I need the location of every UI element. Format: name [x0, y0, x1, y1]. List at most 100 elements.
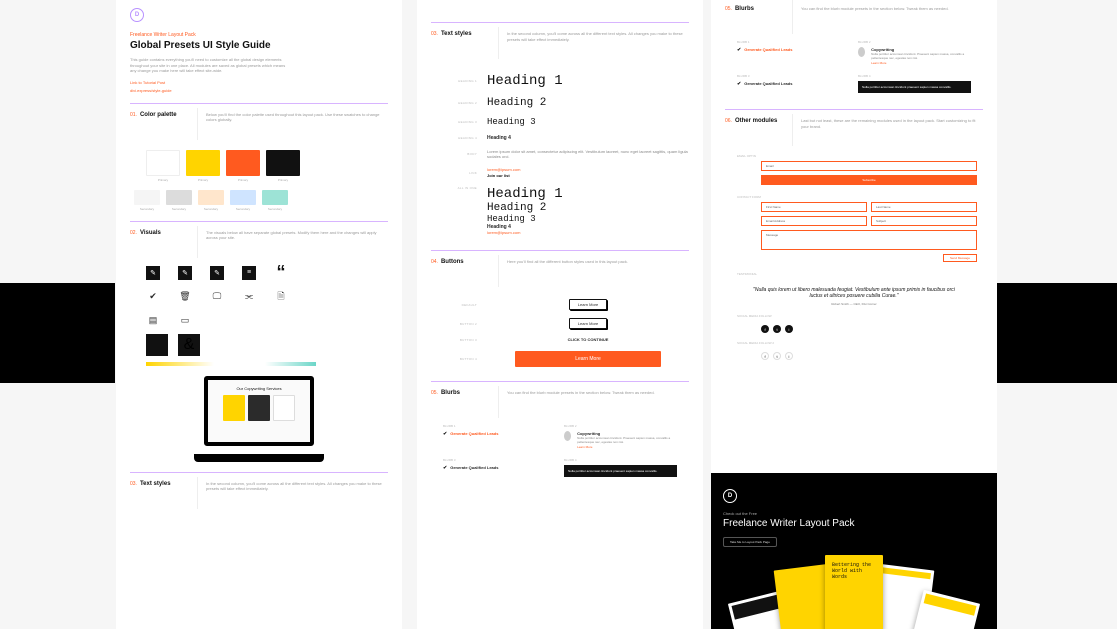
subject-field[interactable]: Subject: [871, 216, 977, 226]
testimonial-author: Robert Smith — CEO, Divi Corner: [751, 302, 957, 306]
section-05-header-cont: 05. Blurbs: [725, 0, 793, 34]
section-01-desc: Below you'll find the color palette used…: [206, 108, 388, 123]
heading-4-sample: Heading 4: [487, 135, 689, 141]
laptop-card-yellow: [223, 395, 245, 421]
quote-icon: “: [274, 266, 288, 280]
button-3[interactable]: Click to Continue: [568, 337, 609, 342]
section-05-header: 05. Blurbs: [431, 386, 499, 418]
link-text-sample[interactable]: Join our list: [487, 173, 689, 178]
laptop-card-dark: [248, 395, 270, 421]
facebook-icon[interactable]: f: [761, 325, 769, 333]
blurb-2-link[interactable]: Learn More: [577, 445, 592, 449]
page-title: Global Presets UI Style Guide: [130, 40, 388, 51]
social-follow-light: f t i: [711, 348, 997, 360]
ampersand-square: &: [178, 334, 200, 356]
link-sample[interactable]: lorem@ipsum.com: [487, 167, 520, 172]
all-link[interactable]: lorem@ipsum.com: [487, 230, 520, 235]
instagram-icon[interactable]: i: [785, 325, 793, 333]
primary-swatches: Primary Primary Primary Primary: [146, 150, 402, 182]
first-name-field[interactable]: First Name: [761, 202, 867, 212]
swatch-yellow: [186, 150, 220, 176]
blurb-3-label-b: Blurb 3: [737, 74, 850, 78]
swatch-sec-5: [262, 190, 288, 205]
blurb-2-link-b[interactable]: Learn More: [871, 61, 886, 65]
section-02-header: 02. Visuals: [130, 226, 198, 258]
doc-icon: 🗎: [274, 290, 288, 304]
background-band-right: [997, 283, 1117, 383]
last-name-field[interactable]: Last Name: [871, 202, 977, 212]
section-04-header: 04. Buttons: [431, 255, 499, 287]
email-field[interactable]: Email Address: [761, 216, 867, 226]
secondary-swatches: Secondary Secondary Secondary Secondary …: [134, 190, 402, 211]
section-03-desc: In the second column, you'll come across…: [507, 27, 689, 42]
section-05-desc: You can find the blurb module presets in…: [507, 386, 689, 396]
blurb-4-card: Nulla porttitor accumsan tincidunt praes…: [564, 465, 677, 477]
default-button[interactable]: Learn More: [569, 299, 607, 310]
blurb-1-title: Generate Qualified Leads: [443, 431, 556, 437]
all-h3: Heading 3: [487, 214, 689, 224]
swatch-sec-2: [166, 190, 192, 205]
swatch-sec-1: [134, 190, 160, 205]
section-04-desc: Here you'll find all the different butto…: [507, 255, 689, 265]
express-link[interactable]: divi.express/style-guide: [130, 88, 388, 93]
layout-pack-pretitle: Freelance Writer Layout Pack: [130, 32, 388, 38]
icon-presets-grid: ✎ ✎ ✎ ≡ “ ✔ 🗑 🖵 ⫘ 🗎 ▤ ▭: [146, 266, 402, 328]
swatch-black: [266, 150, 300, 176]
laptop-screen-title: Our Copywriting Services: [236, 386, 281, 391]
button-2[interactable]: Learn More: [569, 318, 607, 329]
tutorial-link[interactable]: Link to Tutorial Post: [130, 80, 388, 85]
layout-preview-3: Bettering the World with Words: [825, 555, 883, 629]
monitor-icon: 🖵: [210, 290, 224, 304]
swatch-white: [146, 150, 180, 176]
calendar-icon: ▤: [146, 314, 160, 328]
section-divider: [130, 472, 388, 473]
all-h2: Heading 2: [487, 202, 689, 214]
section-02-desc: The visuals below all have separate glob…: [206, 226, 388, 241]
check-icon: ✔: [146, 290, 160, 304]
section-divider: [431, 250, 689, 251]
twitter-icon-light[interactable]: t: [773, 352, 781, 360]
footer-cta: D Check out the Free Freelance Writer La…: [711, 473, 997, 629]
avatar-icon: [858, 47, 865, 57]
optin-subscribe-button[interactable]: Subscribe: [761, 175, 977, 185]
section-03-header: 03. Text styles: [130, 477, 198, 509]
avatar-icon: [564, 431, 571, 441]
swatch-orange: [226, 150, 260, 176]
message-field[interactable]: Message: [761, 230, 977, 250]
all-h1: Heading 1: [487, 186, 689, 202]
blurb-2-body: Nulla porttitor accumsan tincidunt. Prae…: [577, 436, 677, 444]
footer-title: Freelance Writer Layout Pack: [723, 518, 985, 529]
instagram-icon-light[interactable]: i: [785, 352, 793, 360]
blurb-3-label: Blurb 3: [443, 458, 556, 462]
write-icon: ✎: [210, 266, 224, 280]
page-column-3: 05. Blurbs You can find the blurb module…: [711, 0, 997, 629]
blurb-2-body-b: Nulla porttitor accumsan tincidunt. Prae…: [871, 52, 971, 60]
footer-pretitle: Check out the Free: [723, 511, 985, 516]
twitter-icon[interactable]: t: [773, 325, 781, 333]
social-light-label: Social Media Follow 2: [737, 341, 997, 345]
bars-icon: ≡: [242, 266, 256, 280]
blurb-4-label: Blurb 4: [564, 458, 677, 462]
book-icon: ▭: [178, 314, 192, 328]
optin-email-field[interactable]: Email: [761, 161, 977, 171]
body-text-sample: Lorem ipsum dolor sit amet, consectetur …: [487, 149, 689, 159]
testimonial-module: "Nulla quis lorem ut libero malesuada fe…: [711, 279, 997, 314]
blurb-4-card-b: Nulla porttitor accumsan tincidunt praes…: [858, 81, 971, 93]
footer-cta-button[interactable]: Take Me to Layout Pack Page: [723, 537, 777, 547]
testimonial-quote: "Nulla quis lorem ut libero malesuada fe…: [751, 287, 957, 299]
fullwidth-button[interactable]: Learn More: [515, 351, 661, 367]
trash-icon: 🗑: [178, 290, 192, 304]
layout-fan: Bettering the World with Words: [723, 555, 985, 629]
intro-text: This guide contains everything you'll ne…: [130, 57, 290, 74]
divi-logo: D: [130, 8, 144, 22]
swatch-sec-3: [198, 190, 224, 205]
facebook-icon-light[interactable]: f: [761, 352, 769, 360]
blurb-3-title-b: Generate Qualified Leads: [737, 81, 850, 87]
heading-2-sample: Heading 2: [487, 97, 689, 109]
section-divider: [130, 221, 388, 222]
social-dark-label: Social Media Follow: [737, 314, 997, 318]
blurb-3-title: Generate Qualified Leads: [443, 465, 556, 471]
pen-icon: ✎: [146, 266, 160, 280]
send-button[interactable]: Send Message: [943, 254, 977, 262]
section-divider: [431, 381, 689, 382]
